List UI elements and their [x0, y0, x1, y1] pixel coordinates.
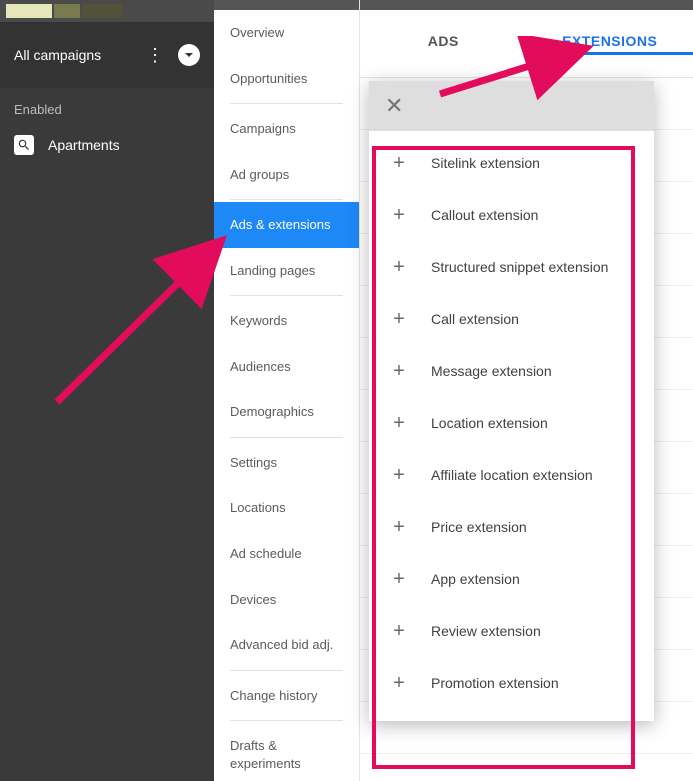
plus-icon: + — [391, 205, 407, 225]
tab-ads[interactable]: ADS — [360, 33, 527, 55]
extension-option-structured-snippet-extension[interactable]: + Structured snippet extension — [369, 241, 654, 293]
nav-item-opportunities[interactable]: Opportunities — [214, 56, 359, 102]
extension-option-review-extension[interactable]: + Review extension — [369, 605, 654, 657]
plus-icon: + — [391, 569, 407, 589]
extension-option-callout-extension[interactable]: + Callout extension — [369, 189, 654, 241]
extension-option-label: Review extension — [431, 623, 541, 639]
plus-icon: + — [391, 309, 407, 329]
extension-option-label: Sitelink extension — [431, 155, 540, 171]
campaign-row-apartments[interactable]: Apartments — [0, 127, 214, 163]
campaign-scope-header[interactable]: All campaigns ⋮ — [0, 22, 214, 88]
extension-option-label: Promotion extension — [431, 675, 559, 691]
extension-option-price-extension[interactable]: + Price extension — [369, 501, 654, 553]
nav-item-ad-schedule[interactable]: Ad schedule — [214, 531, 359, 577]
extension-option-sitelink-extension[interactable]: + Sitelink extension — [369, 137, 654, 189]
caret-down-icon — [184, 50, 194, 60]
nav-item-change-history[interactable]: Change history — [214, 673, 359, 719]
logo-strip — [0, 0, 214, 22]
plus-icon: + — [391, 465, 407, 485]
nav-item-overview[interactable]: Overview — [214, 10, 359, 56]
nav-item-drafts-experiments[interactable]: Drafts & experiments — [214, 723, 359, 781]
nav-separator — [230, 437, 343, 438]
nav-item-campaigns[interactable]: Campaigns — [214, 106, 359, 152]
nav-item-keywords[interactable]: Keywords — [214, 298, 359, 344]
extension-option-affiliate-location-extension[interactable]: + Affiliate location extension — [369, 449, 654, 501]
plus-icon: + — [391, 673, 407, 693]
nav-item-ad-groups[interactable]: Ad groups — [214, 152, 359, 198]
nav-item-settings[interactable]: Settings — [214, 440, 359, 486]
extension-option-label: Callout extension — [431, 207, 538, 223]
extension-option-message-extension[interactable]: + Message extension — [369, 345, 654, 397]
nav-item-locations[interactable]: Locations — [214, 485, 359, 531]
nav-item-advanced-bid-adj-[interactable]: Advanced bid adj. — [214, 622, 359, 668]
tabs-row: ADS EXTENSIONS — [360, 10, 693, 78]
nav-item-demographics[interactable]: Demographics — [214, 389, 359, 435]
extension-option-label: App extension — [431, 571, 520, 587]
extension-option-call-extension[interactable]: + Call extension — [369, 293, 654, 345]
nav-separator — [230, 295, 343, 296]
search-campaign-icon — [14, 135, 34, 155]
close-icon[interactable]: ✕ — [385, 93, 403, 119]
section-nav: OverviewOpportunitiesCampaignsAd groupsA… — [214, 0, 360, 781]
left-sidebar: All campaigns ⋮ Enabled Apartments — [0, 0, 214, 781]
campaign-label: Apartments — [48, 137, 120, 153]
more-vert-icon[interactable]: ⋮ — [146, 46, 164, 64]
plus-icon: + — [391, 153, 407, 173]
tab-extensions[interactable]: EXTENSIONS — [527, 33, 693, 55]
panel-header: ✕ — [369, 81, 654, 131]
extension-option-label: Call extension — [431, 311, 519, 327]
nav-item-landing-pages[interactable]: Landing pages — [214, 248, 359, 294]
extension-option-label: Location extension — [431, 415, 548, 431]
extension-option-label: Affiliate location extension — [431, 467, 593, 483]
extension-option-label: Message extension — [431, 363, 552, 379]
nav-item-ads-extensions[interactable]: Ads & extensions — [214, 202, 359, 248]
extension-option-label: Structured snippet extension — [431, 259, 608, 275]
main-area: ADS EXTENSIONS ✕ + Sitelink extension + Cal… — [360, 0, 693, 781]
extension-option-location-extension[interactable]: + Location extension — [369, 397, 654, 449]
extension-option-promotion-extension[interactable]: + Promotion extension — [369, 657, 654, 709]
nav-item-audiences[interactable]: Audiences — [214, 344, 359, 390]
status-label: Enabled — [0, 88, 214, 127]
nav-separator — [230, 103, 343, 104]
plus-icon: + — [391, 621, 407, 641]
add-extension-panel: ✕ +Sitelink extension+Callout extension+… — [369, 81, 654, 721]
plus-icon: + — [391, 413, 407, 433]
collapse-toggle[interactable] — [178, 44, 200, 66]
nav-separator — [230, 670, 343, 671]
nav-item-devices[interactable]: Devices — [214, 577, 359, 623]
logo-placeholder — [6, 4, 208, 18]
scope-title: All campaigns — [14, 47, 101, 63]
extension-option-label: Price extension — [431, 519, 527, 535]
nav-separator — [230, 720, 343, 721]
plus-icon: + — [391, 517, 407, 537]
nav-separator — [230, 199, 343, 200]
plus-icon: + — [391, 257, 407, 277]
plus-icon: + — [391, 361, 407, 381]
extension-option-app-extension[interactable]: + App extension — [369, 553, 654, 605]
